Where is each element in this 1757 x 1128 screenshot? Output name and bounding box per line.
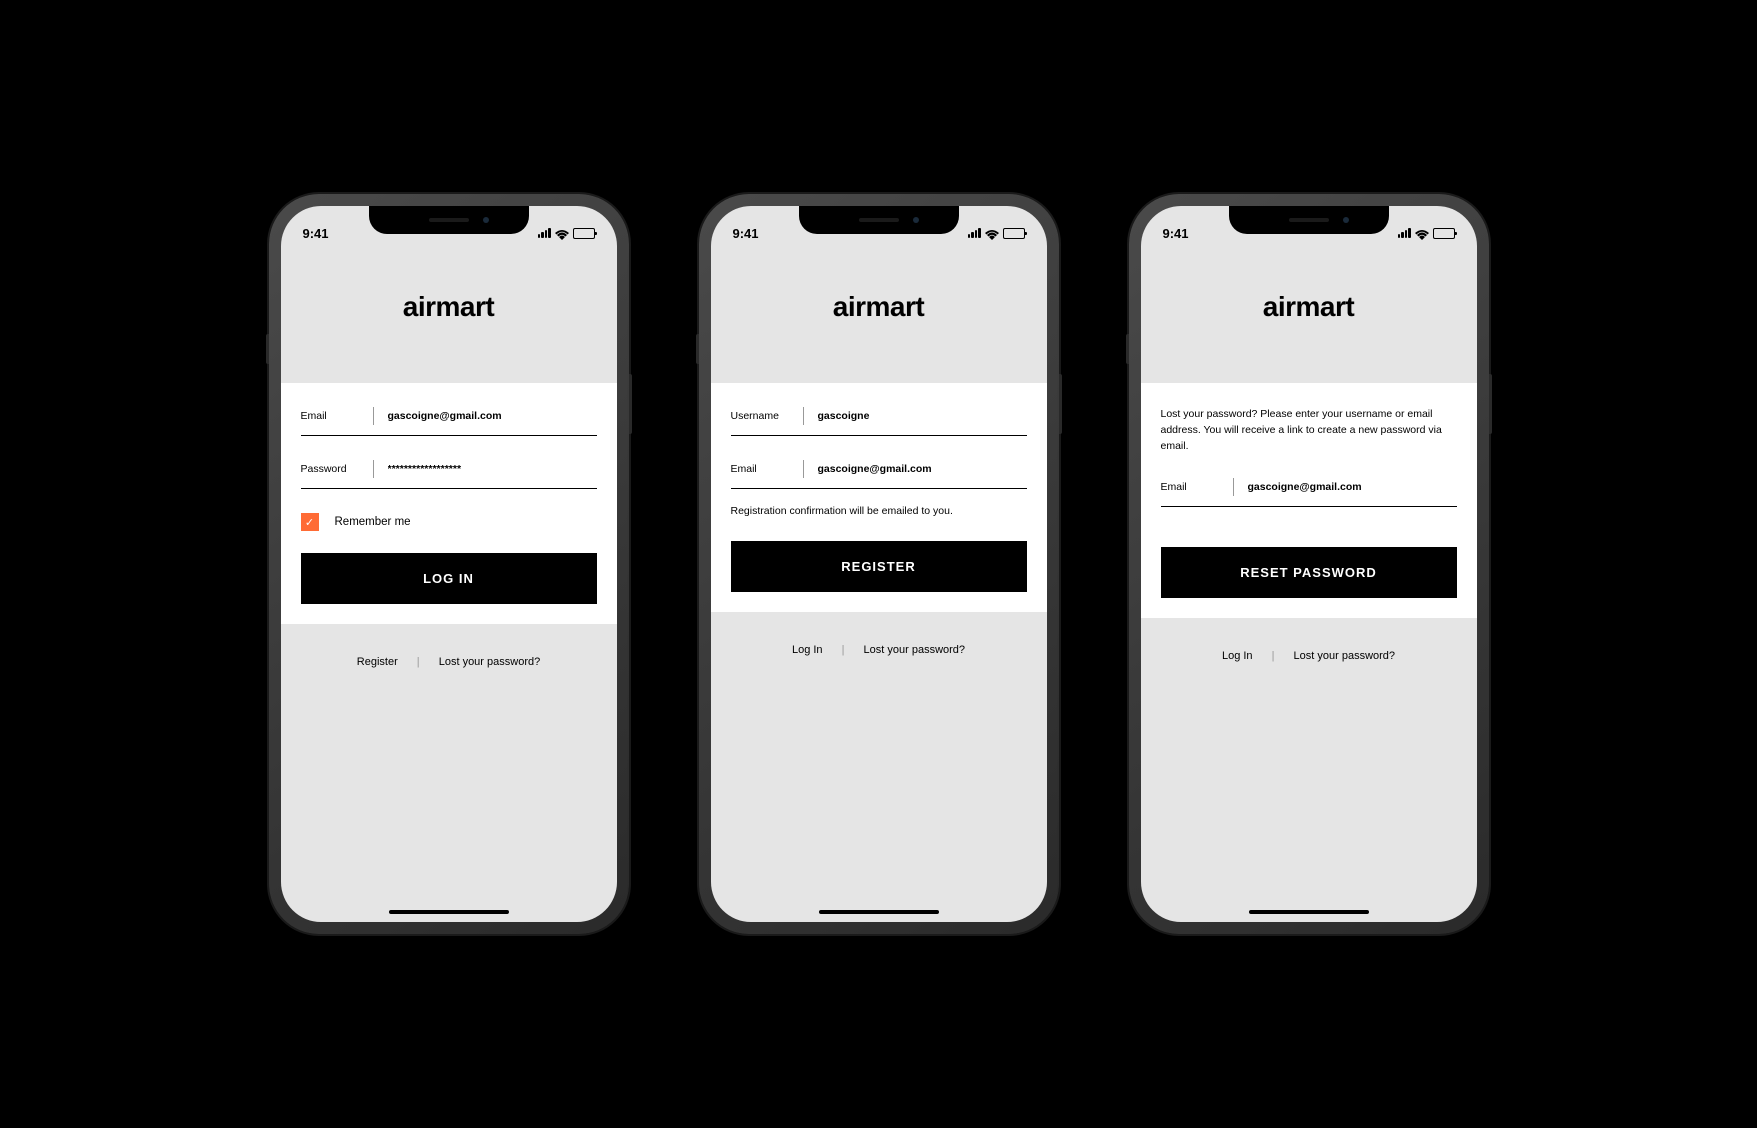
username-field-row: Username [731,407,1027,436]
brand-logo: airmart [711,291,1047,323]
wifi-icon [555,228,569,238]
login-link[interactable]: Log In [792,644,823,656]
separator: | [842,644,845,656]
brand-logo: airmart [281,291,617,323]
register-form: Username Email Registration confirmation… [711,383,1047,612]
separator: | [1272,650,1275,662]
email-input[interactable] [1248,481,1457,493]
info-text: Lost your password? Please enter your us… [1161,407,1457,454]
footer-links: Register | Lost your password? [281,624,617,700]
email-label: Email [301,410,373,422]
reset-password-button[interactable]: RESET PASSWORD [1161,547,1457,598]
email-label: Email [731,463,803,475]
email-input[interactable] [818,463,1027,475]
login-button[interactable]: LOG IN [301,553,597,604]
home-indicator[interactable] [389,910,509,914]
notch [1229,206,1389,234]
lost-password-link[interactable]: Lost your password? [439,656,541,668]
lost-password-link[interactable]: Lost your password? [864,644,966,656]
reset-form: Lost your password? Please enter your us… [1141,383,1477,618]
home-indicator[interactable] [819,910,939,914]
battery-icon [1003,228,1025,239]
signal-icon [538,228,551,238]
footer-links: Log In | Lost your password? [711,612,1047,688]
lost-password-link[interactable]: Lost your password? [1294,650,1396,662]
wifi-icon [1415,228,1429,238]
email-field-row: Email [731,460,1027,489]
notch [369,206,529,234]
phone-mockup-login: 9:41 airmart Email Password [269,194,629,934]
remember-me-label: Remember me [335,516,411,528]
status-time: 9:41 [733,226,759,241]
phone-mockup-reset: 9:41 airmart Lost your password? Please … [1129,194,1489,934]
footer-links: Log In | Lost your password? [1141,618,1477,694]
login-link[interactable]: Log In [1222,650,1253,662]
header: airmart [711,246,1047,383]
brand-logo: airmart [1141,291,1477,323]
login-form: Email Password ✓ Remember me LOG IN [281,383,617,624]
register-link[interactable]: Register [357,656,398,668]
password-field-row: Password [301,460,597,489]
separator: | [417,656,420,668]
password-label: Password [301,463,373,475]
notch [799,206,959,234]
header: airmart [1141,246,1477,383]
email-field-row: Email [1161,478,1457,507]
battery-icon [1433,228,1455,239]
phone-mockup-register: 9:41 airmart Username Email [699,194,1059,934]
checkbox-icon[interactable]: ✓ [301,513,319,531]
email-field-row: Email [301,407,597,436]
helper-text: Registration confirmation will be emaile… [731,505,1027,517]
screen: 9:41 airmart Username Email [711,206,1047,922]
signal-icon [1398,228,1411,238]
header: airmart [281,246,617,383]
username-label: Username [731,410,803,422]
home-indicator[interactable] [1249,910,1369,914]
password-input[interactable] [388,463,597,475]
register-button[interactable]: REGISTER [731,541,1027,592]
battery-icon [573,228,595,239]
wifi-icon [985,228,999,238]
username-input[interactable] [818,410,1027,422]
email-input[interactable] [388,410,597,422]
status-time: 9:41 [1163,226,1189,241]
remember-me-row[interactable]: ✓ Remember me [301,513,597,531]
screen: 9:41 airmart Email Password [281,206,617,922]
screen: 9:41 airmart Lost your password? Please … [1141,206,1477,922]
signal-icon [968,228,981,238]
status-time: 9:41 [303,226,329,241]
email-label: Email [1161,481,1233,493]
